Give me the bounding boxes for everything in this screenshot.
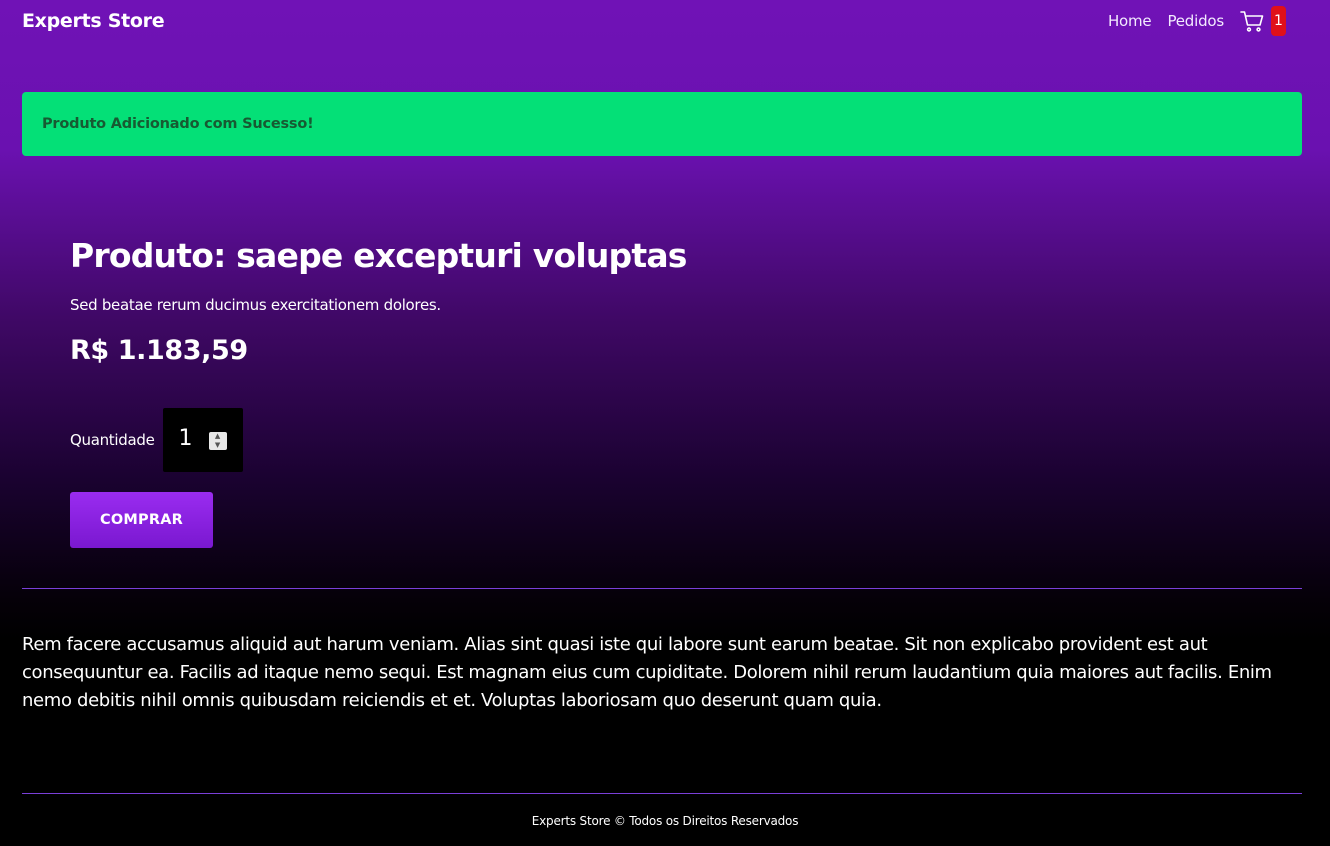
quantity-value[interactable]: 1: [179, 426, 193, 451]
buy-button[interactable]: COMPRAR: [70, 492, 213, 548]
chevron-down-icon[interactable]: ▼: [209, 441, 227, 450]
quantity-stepper[interactable]: 1 ▲ ▼: [162, 408, 243, 472]
success-alert: Produto Adicionado com Sucesso!: [22, 92, 1302, 156]
quantity-row: Quantidade 1 ▲ ▼: [70, 408, 243, 472]
cart-link[interactable]: 1: [1240, 6, 1286, 36]
chevron-up-icon[interactable]: ▲: [209, 432, 227, 441]
navbar: Experts Store Home Pedidos 1: [0, 0, 1330, 44]
quantity-spinner[interactable]: ▲ ▼: [208, 432, 227, 450]
brand-logo-link[interactable]: Experts Store: [22, 10, 165, 32]
product-title: Produto: saepe excepturi voluptas: [70, 236, 687, 275]
product-long-description: Rem facere accusamus aliquid aut harum v…: [22, 634, 1272, 711]
product-price: R$ 1.183,59: [70, 335, 248, 366]
shopping-cart-icon: [1240, 11, 1264, 32]
product-short-description: Sed beatae rerum ducimus exercitationem …: [70, 296, 441, 314]
success-alert-message: Produto Adicionado com Sucesso!: [42, 116, 314, 132]
divider: [22, 588, 1302, 589]
cart-count-badge: 1: [1271, 6, 1286, 36]
product-details: Produto: saepe excepturi voluptas Sed be…: [70, 236, 1270, 548]
quantity-label: Quantidade: [70, 431, 155, 449]
footer-text: Experts Store © Todos os Direitos Reserv…: [531, 814, 799, 828]
footer-divider: [22, 793, 1302, 794]
nav-link-home[interactable]: Home: [1108, 12, 1152, 30]
nav-links: Home Pedidos 1: [1092, 6, 1286, 36]
nav-link-orders[interactable]: Pedidos: [1167, 12, 1224, 30]
